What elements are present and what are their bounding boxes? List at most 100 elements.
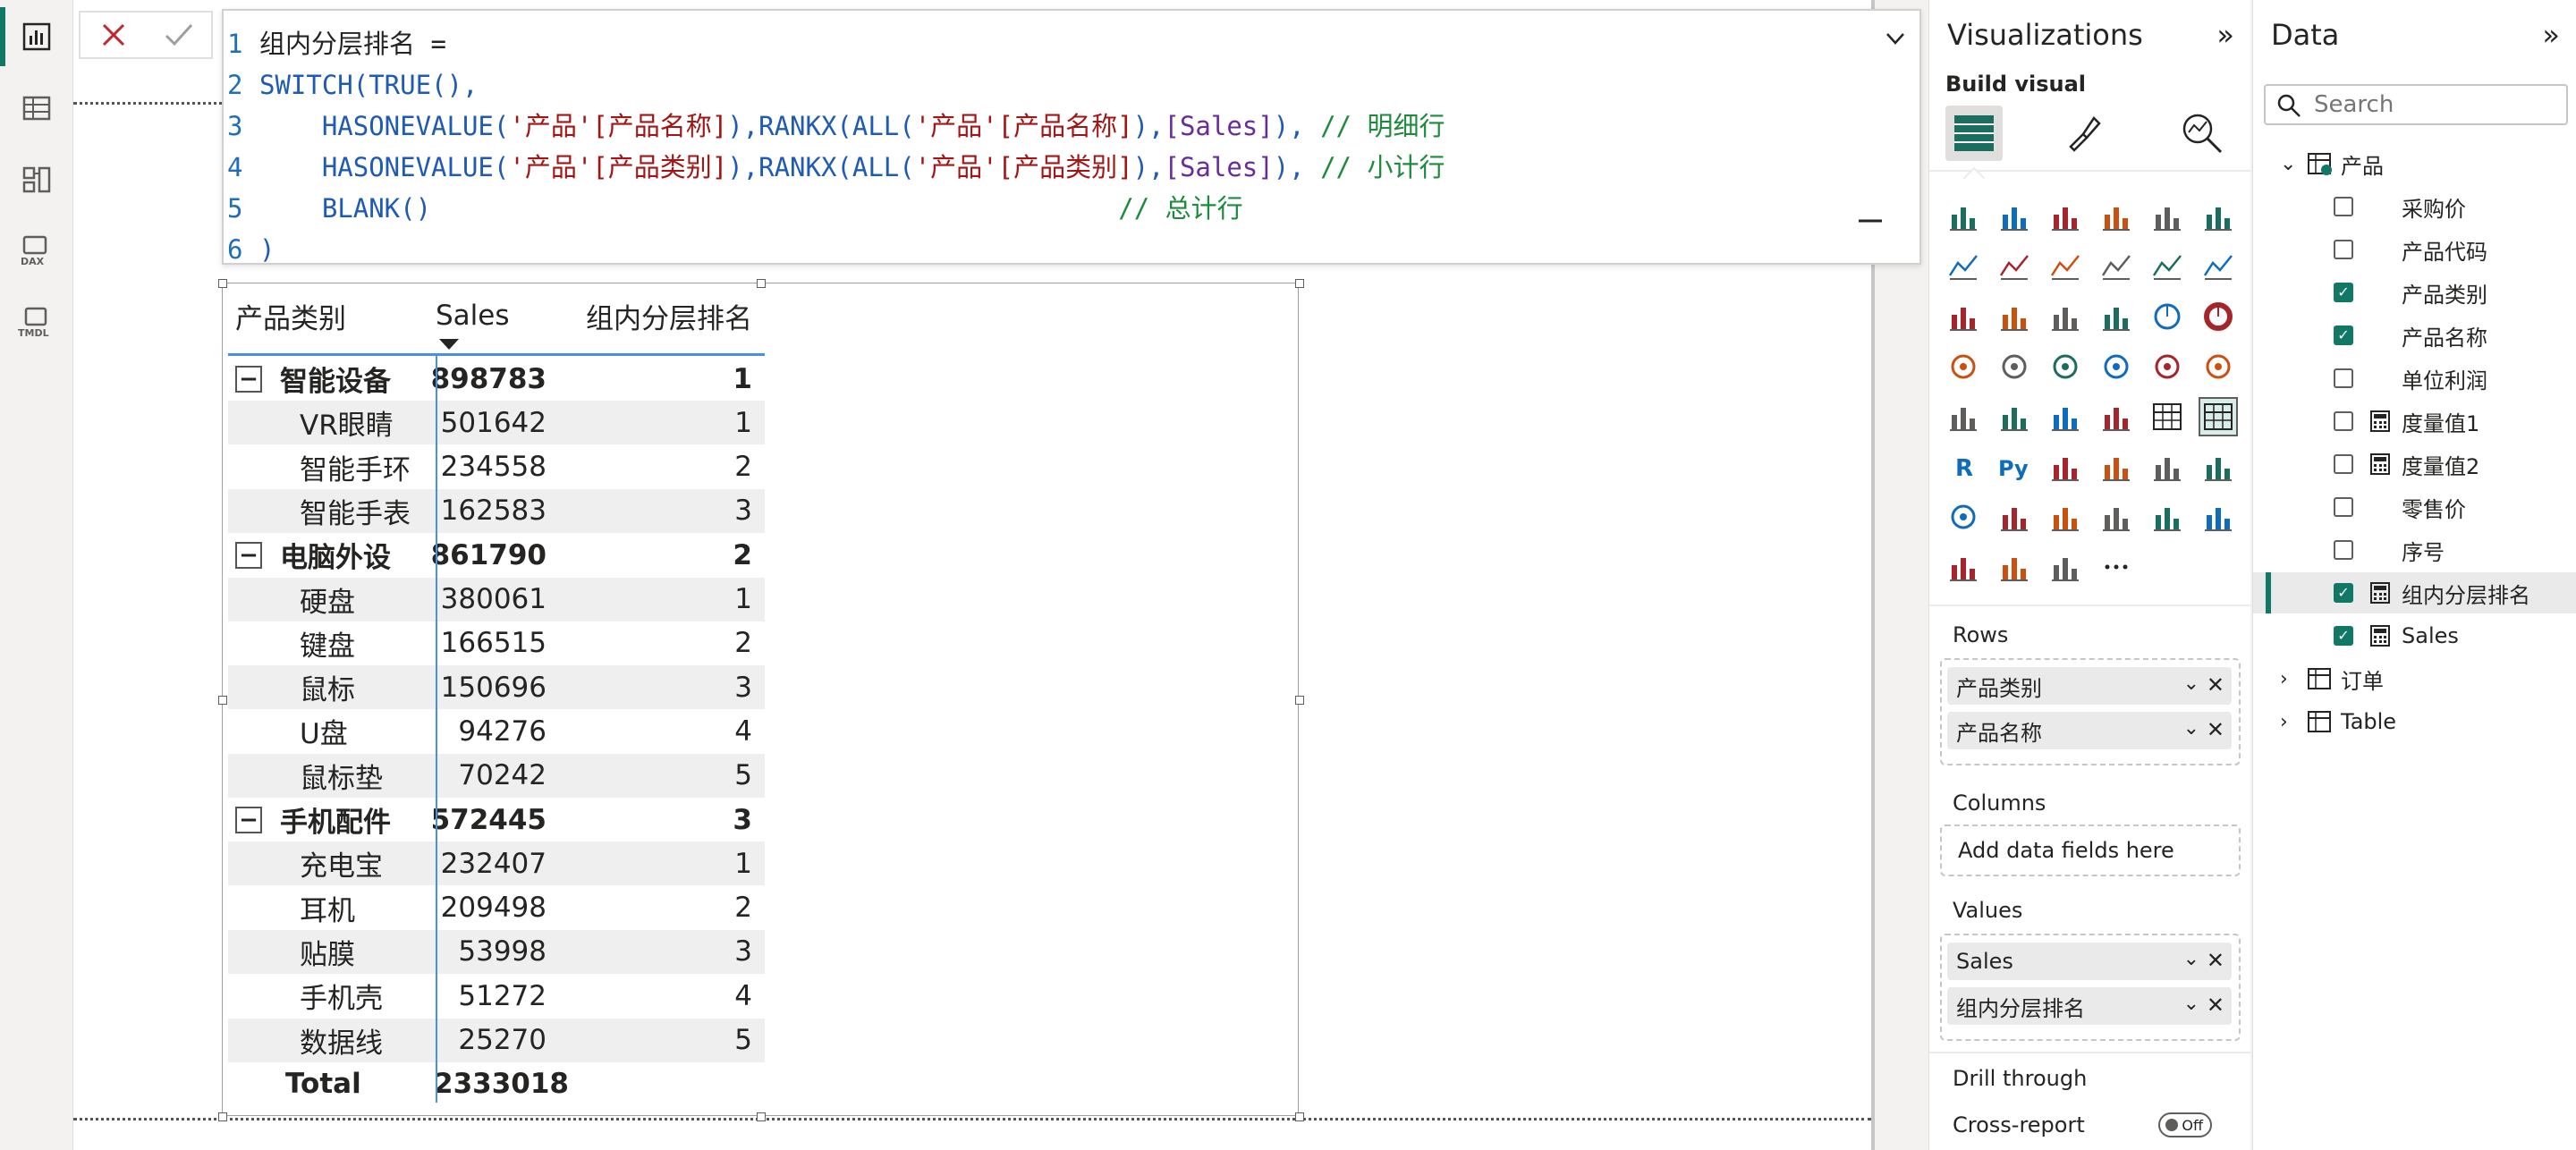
custom-visual-icon[interactable]	[2046, 547, 2085, 587]
dax-formula-bar[interactable]: 1 组内分层排名 = 2 SWITCH(TRUE(), 3 HASONEVALUE('产…	[222, 9, 1921, 265]
tmdl-view-button[interactable]: TMDL	[0, 288, 73, 358]
collapse-icon[interactable]: −	[235, 806, 262, 833]
collapse-pane-icon[interactable]: »	[2216, 18, 2234, 52]
field-checkbox[interactable]	[2334, 626, 2353, 646]
more-visuals-icon[interactable]	[2097, 547, 2136, 587]
field-checkbox[interactable]	[2334, 240, 2353, 259]
matrix-visual[interactable]: 产品类别 Sales 组内分层排名 − 智能设备 898783 1 VR眼睛 501642…	[218, 279, 1304, 1121]
treemap-icon[interactable]	[1944, 347, 1983, 386]
matrix-row[interactable]: 键盘 166515 2	[228, 622, 765, 665]
commit-button[interactable]	[146, 13, 211, 57]
field-item[interactable]: 产品代码	[2253, 229, 2576, 270]
slicer-icon[interactable]	[2097, 397, 2136, 436]
matrix-row[interactable]: 贴膜 53998 3	[228, 929, 765, 974]
qa-icon[interactable]	[2148, 447, 2187, 486]
matrix-row[interactable]: U盘 94276 4	[228, 709, 765, 753]
matrix-row[interactable]: 鼠标 150696 3	[228, 665, 765, 710]
code-line[interactable]: 5 BLANK() // 总计行	[224, 188, 1243, 229]
chevron-down-icon[interactable]: ⌄	[2183, 717, 2199, 740]
text-slicer-icon[interactable]	[2199, 497, 2238, 537]
field-item[interactable]: 产品名称	[2253, 315, 2576, 356]
model-view-button[interactable]	[0, 145, 73, 215]
field-item[interactable]: 序号	[2253, 529, 2576, 571]
dax-query-view-button[interactable]: DAX	[0, 216, 73, 286]
report-view-button[interactable]	[0, 2, 73, 72]
code-line[interactable]: 2 SWITCH(TRUE(),	[224, 64, 478, 106]
resize-handle[interactable]	[1295, 279, 1304, 288]
matrix-row[interactable]: 智能手环 234558 2	[228, 445, 765, 489]
field-item[interactable]: 度量值1	[2253, 401, 2576, 442]
funnel-chart-icon[interactable]	[2046, 297, 2085, 336]
table-icon[interactable]	[2148, 397, 2187, 436]
header-rank[interactable]: 组内分层排名	[561, 291, 759, 341]
code-line[interactable]: 3 HASONEVALUE('产品'[产品名称]),RANKX(ALL('产品'…	[224, 106, 1445, 147]
columns-well[interactable]: Add data fields here	[1940, 824, 2241, 876]
gauge-icon[interactable]	[2199, 347, 2238, 386]
sort-desc-icon[interactable]	[437, 337, 461, 351]
stacked-area-chart-icon[interactable]	[2046, 247, 2085, 286]
code-line[interactable]: 1 组内分层排名 =	[224, 23, 446, 64]
matrix-row[interactable]: 充电宝 232407 1	[228, 841, 765, 886]
field-pill[interactable]: Sales ⌄ ✕	[1947, 943, 2232, 980]
card-new-icon[interactable]	[2046, 497, 2085, 537]
azure-map-icon[interactable]	[2148, 347, 2187, 386]
field-checkbox[interactable]	[2334, 540, 2353, 560]
python-visual-icon[interactable]: Py	[1995, 447, 2034, 486]
matrix-row[interactable]: 耳机 209498 2	[228, 886, 765, 930]
key-influencers-icon[interactable]	[2046, 447, 2085, 486]
matrix-icon[interactable]	[2199, 397, 2238, 436]
chevron-right-icon[interactable]: ›	[2280, 668, 2288, 690]
power-apps-icon[interactable]	[1944, 547, 1983, 587]
line-column-chart-icon[interactable]	[2148, 247, 2187, 286]
collapse-icon[interactable]	[1857, 216, 1884, 225]
narrative-icon[interactable]	[2199, 447, 2238, 486]
resize-handle[interactable]	[1295, 696, 1304, 705]
resize-handle[interactable]	[757, 279, 766, 288]
field-checkbox[interactable]	[2334, 283, 2353, 302]
matrix-row[interactable]: 数据线 25270 5	[228, 1018, 765, 1062]
collapse-icon[interactable]: −	[235, 365, 262, 393]
cross-report-toggle[interactable]: Off	[2158, 1112, 2212, 1137]
expand-chevron-icon[interactable]	[1884, 29, 1907, 48]
matrix-total-row[interactable]: Total 2333018	[228, 1062, 765, 1106]
field-pill[interactable]: 产品名称 ⌄ ✕	[1947, 712, 2232, 749]
matrix-row[interactable]: 鼠标垫 70242 5	[228, 753, 765, 798]
analytics-tab[interactable]	[2180, 111, 2224, 159]
format-visual-tab[interactable]	[2063, 113, 2105, 157]
remove-field-icon[interactable]: ✕	[2207, 993, 2224, 1018]
field-checkbox[interactable]	[2334, 583, 2353, 603]
matrix-row[interactable]: 智能手表 162583 3	[228, 488, 765, 533]
shape-map-icon[interactable]	[2097, 347, 2136, 386]
search-input[interactable]	[2264, 84, 2568, 125]
goals-icon[interactable]	[1944, 497, 1983, 537]
field-checkbox[interactable]	[2334, 454, 2353, 474]
chevron-down-icon[interactable]: ⌄	[2183, 993, 2199, 1015]
button-slicer-icon[interactable]	[2148, 497, 2187, 537]
field-item[interactable]: 零售价	[2253, 486, 2576, 528]
field-pill[interactable]: 产品类别 ⌄ ✕	[1947, 667, 2232, 705]
field-item[interactable]: Sales	[2253, 615, 2576, 656]
waterfall-chart-icon[interactable]	[1995, 297, 2034, 336]
matrix-row[interactable]: VR眼睛 501642 1	[228, 401, 765, 445]
table-view-button[interactable]	[0, 73, 73, 143]
field-checkbox[interactable]	[2334, 368, 2353, 388]
paginated-report-icon[interactable]	[1995, 497, 2034, 537]
chevron-down-icon[interactable]: ⌄	[2183, 672, 2199, 695]
line-clustered-column-chart-icon[interactable]	[2199, 247, 2238, 286]
filled-map-icon[interactable]	[2046, 347, 2085, 386]
field-item[interactable]: 单位利润	[2253, 358, 2576, 399]
resize-handle[interactable]	[218, 1112, 227, 1121]
collapse-icon[interactable]: −	[235, 541, 262, 569]
100-column-chart-icon[interactable]	[2199, 197, 2238, 236]
scatter-chart-icon[interactable]	[2097, 297, 2136, 336]
ribbon-chart-icon[interactable]	[1944, 297, 1983, 336]
resize-handle[interactable]	[1295, 1112, 1304, 1121]
pie-chart-icon[interactable]	[2148, 297, 2187, 336]
matrix-group-row[interactable]: − 电脑外设 861790 2	[228, 533, 765, 577]
stacked-column-chart-icon[interactable]	[1995, 197, 2034, 236]
header-sales[interactable]: Sales	[427, 291, 561, 341]
clustered-bar-chart-icon[interactable]	[2046, 197, 2085, 236]
field-checkbox[interactable]	[2334, 497, 2353, 517]
matrix-group-row[interactable]: − 智能设备 898783 1	[228, 357, 765, 401]
matrix-row[interactable]: 手机壳 51272 4	[228, 974, 765, 1018]
